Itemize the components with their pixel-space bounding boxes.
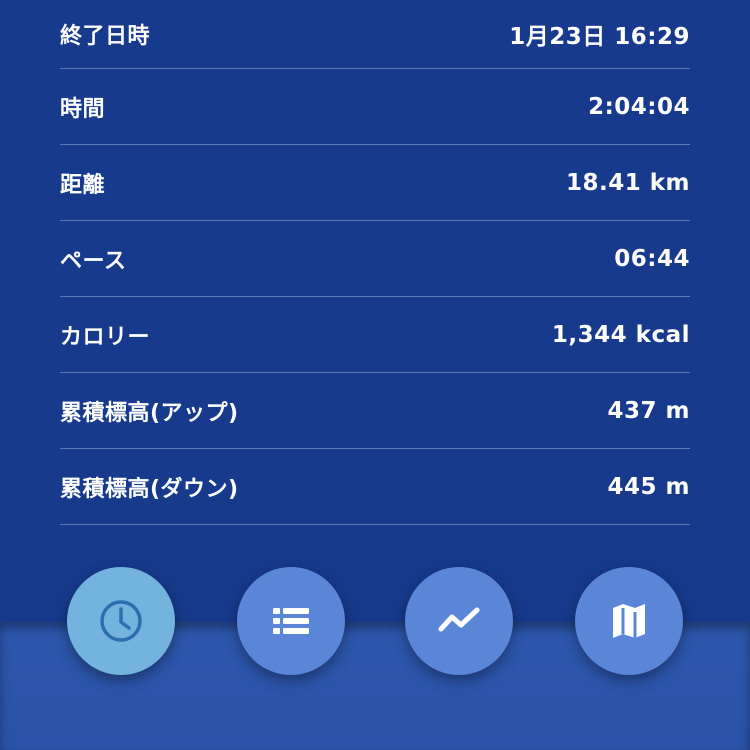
- map-icon: [613, 604, 645, 638]
- nav-button-summary[interactable]: [67, 567, 175, 675]
- stat-label: 累積標高(ダウン): [60, 476, 239, 502]
- nav-button-chart[interactable]: [405, 567, 513, 675]
- bottom-nav: [0, 567, 750, 677]
- stat-value: 06:44: [614, 245, 690, 272]
- nav-button-list[interactable]: [237, 567, 345, 675]
- stat-row-duration: 時間 2:04:04: [60, 69, 690, 145]
- stat-label: ペース: [60, 248, 127, 274]
- stat-row-pace: ペース 06:44: [60, 221, 690, 297]
- stats-list: 終了日時 1月23日 16:29 時間 2:04:04 距離 18.41 km …: [60, 0, 690, 525]
- stat-row-distance: 距離 18.41 km: [60, 145, 690, 221]
- stat-value: 445 m: [607, 473, 690, 500]
- nav-button-map[interactable]: [575, 567, 683, 675]
- stat-label: 終了日時: [60, 24, 151, 49]
- stat-value: 1月23日 16:29: [509, 24, 690, 50]
- clock-icon: [100, 600, 142, 642]
- chart-icon: [438, 607, 480, 632]
- stat-row-elevation-down: 累積標高(ダウン) 445 m: [60, 449, 690, 525]
- stat-label: 時間: [60, 96, 106, 122]
- stat-label: 累積標高(アップ): [60, 400, 239, 426]
- stat-value: 2:04:04: [588, 93, 690, 120]
- stat-value: 1,344 kcal: [551, 321, 690, 348]
- stat-label: 距離: [60, 172, 106, 198]
- stat-value: 18.41 km: [565, 169, 690, 196]
- stat-label: カロリー: [60, 324, 151, 350]
- stat-row-end-time: 終了日時 1月23日 16:29: [60, 0, 690, 69]
- stat-row-calories: カロリー 1,344 kcal: [60, 297, 690, 373]
- stat-row-elevation-up: 累積標高(アップ) 437 m: [60, 373, 690, 449]
- list-icon: [273, 608, 309, 634]
- stat-value: 437 m: [607, 397, 690, 424]
